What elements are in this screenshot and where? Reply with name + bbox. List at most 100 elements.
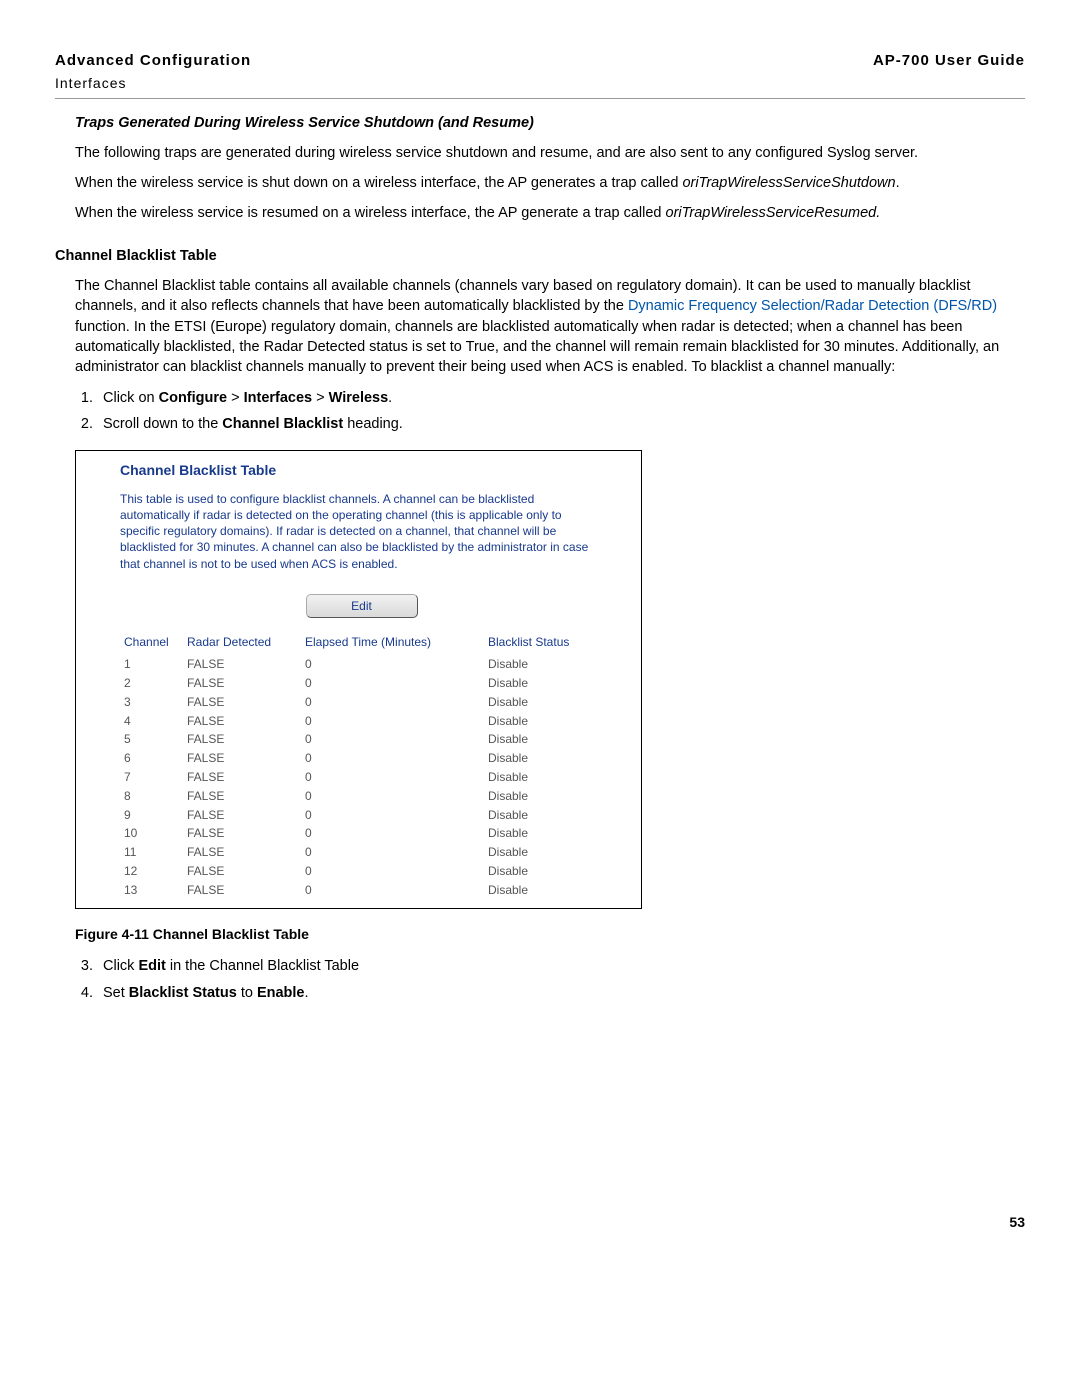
cell-status: Disable xyxy=(484,824,603,843)
cell-elapsed: 0 xyxy=(301,768,484,787)
traps-p3-trap: oriTrapWirelessServiceResumed. xyxy=(666,205,881,221)
cell-status: Disable xyxy=(484,655,603,674)
blacklist-heading: Channel Blacklist Table xyxy=(55,246,1025,266)
table-row: 9FALSE0Disable xyxy=(120,806,603,825)
s4-a: Set xyxy=(103,985,129,1001)
cell-channel: 2 xyxy=(120,674,183,693)
s3-b: Edit xyxy=(138,958,165,974)
th-radar: Radar Detected xyxy=(183,632,301,655)
step1-a: Click on xyxy=(103,390,159,406)
cell-radar: FALSE xyxy=(183,843,301,862)
cell-status: Disable xyxy=(484,712,603,731)
cell-radar: FALSE xyxy=(183,655,301,674)
s4-c: to xyxy=(237,985,257,1001)
cell-elapsed: 0 xyxy=(301,806,484,825)
page-number: 53 xyxy=(55,1213,1025,1233)
cell-channel: 12 xyxy=(120,862,183,881)
s4-d: Enable xyxy=(257,985,305,1001)
step1-configure: Configure xyxy=(159,390,227,406)
step1-interfaces: Interfaces xyxy=(244,390,313,406)
blacklist-panel: Channel Blacklist Table This table is us… xyxy=(75,450,642,908)
traps-p3-text: When the wireless service is resumed on … xyxy=(75,205,666,221)
step-1: Click on Configure > Interfaces > Wirele… xyxy=(97,388,1025,408)
figure-caption: Figure 4-11 Channel Blacklist Table xyxy=(75,925,1025,945)
cell-elapsed: 0 xyxy=(301,862,484,881)
cell-status: Disable xyxy=(484,843,603,862)
cell-channel: 11 xyxy=(120,843,183,862)
cell-radar: FALSE xyxy=(183,787,301,806)
s4-b: Blacklist Status xyxy=(129,985,237,1001)
blacklist-para-b: function. In the ETSI (Europe) regulator… xyxy=(75,319,999,376)
cell-status: Disable xyxy=(484,881,603,900)
step1-sep2: > xyxy=(312,390,329,406)
table-row: 3FALSE0Disable xyxy=(120,693,603,712)
cell-channel: 4 xyxy=(120,712,183,731)
dfs-link[interactable]: Dynamic Frequency Selection/Radar Detect… xyxy=(628,298,997,314)
table-row: 12FALSE0Disable xyxy=(120,862,603,881)
step-2: Scroll down to the Channel Blacklist hea… xyxy=(97,414,1025,434)
cell-status: Disable xyxy=(484,806,603,825)
table-row: 8FALSE0Disable xyxy=(120,787,603,806)
cell-status: Disable xyxy=(484,862,603,881)
cell-radar: FALSE xyxy=(183,712,301,731)
panel-title: Channel Blacklist Table xyxy=(120,461,603,481)
cell-status: Disable xyxy=(484,787,603,806)
table-row: 4FALSE0Disable xyxy=(120,712,603,731)
step1-sep1: > xyxy=(227,390,244,406)
cell-channel: 1 xyxy=(120,655,183,674)
step2-c: heading. xyxy=(343,416,403,432)
cell-elapsed: 0 xyxy=(301,881,484,900)
header-title: Advanced Configuration xyxy=(55,50,251,71)
cell-elapsed: 0 xyxy=(301,824,484,843)
header-rule xyxy=(55,98,1025,99)
table-row: 5FALSE0Disable xyxy=(120,730,603,749)
step-3: Click Edit in the Channel Blacklist Tabl… xyxy=(97,956,1025,976)
cell-channel: 9 xyxy=(120,806,183,825)
cell-radar: FALSE xyxy=(183,730,301,749)
cell-channel: 10 xyxy=(120,824,183,843)
cell-channel: 8 xyxy=(120,787,183,806)
cell-channel: 7 xyxy=(120,768,183,787)
table-row: 10FALSE0Disable xyxy=(120,824,603,843)
cell-channel: 5 xyxy=(120,730,183,749)
cell-radar: FALSE xyxy=(183,824,301,843)
cell-status: Disable xyxy=(484,730,603,749)
table-row: 1FALSE0Disable xyxy=(120,655,603,674)
table-row: 7FALSE0Disable xyxy=(120,768,603,787)
cell-elapsed: 0 xyxy=(301,655,484,674)
step-4: Set Blacklist Status to Enable. xyxy=(97,983,1025,1003)
cell-status: Disable xyxy=(484,768,603,787)
traps-p3: When the wireless service is resumed on … xyxy=(75,203,1025,223)
edit-button[interactable]: Edit xyxy=(306,594,418,619)
traps-p2-trap: oriTrapWirelessServiceShutdown xyxy=(682,175,895,191)
cell-elapsed: 0 xyxy=(301,749,484,768)
traps-p2-text: When the wireless service is shut down o… xyxy=(75,175,682,191)
s4-e: . xyxy=(305,985,309,1001)
cell-radar: FALSE xyxy=(183,862,301,881)
cell-channel: 6 xyxy=(120,749,183,768)
cell-radar: FALSE xyxy=(183,674,301,693)
step1-wireless: Wireless xyxy=(329,390,389,406)
header-guide: AP-700 User Guide xyxy=(873,50,1025,71)
cell-radar: FALSE xyxy=(183,693,301,712)
table-row: 13FALSE0Disable xyxy=(120,881,603,900)
cell-status: Disable xyxy=(484,674,603,693)
header-subtitle: Interfaces xyxy=(55,74,251,94)
cell-status: Disable xyxy=(484,693,603,712)
cell-radar: FALSE xyxy=(183,749,301,768)
cell-elapsed: 0 xyxy=(301,843,484,862)
table-row: 11FALSE0Disable xyxy=(120,843,603,862)
traps-p1: The following traps are generated during… xyxy=(75,143,1025,163)
step1-end: . xyxy=(388,390,392,406)
step2-b: Channel Blacklist xyxy=(222,416,343,432)
table-row: 2FALSE0Disable xyxy=(120,674,603,693)
traps-heading: Traps Generated During Wireless Service … xyxy=(75,113,1025,133)
cell-channel: 3 xyxy=(120,693,183,712)
step2-a: Scroll down to the xyxy=(103,416,222,432)
traps-p2: When the wireless service is shut down o… xyxy=(75,173,1025,193)
cell-elapsed: 0 xyxy=(301,693,484,712)
cell-elapsed: 0 xyxy=(301,674,484,693)
cell-radar: FALSE xyxy=(183,881,301,900)
cell-radar: FALSE xyxy=(183,768,301,787)
th-elapsed: Elapsed Time (Minutes) xyxy=(301,632,484,655)
